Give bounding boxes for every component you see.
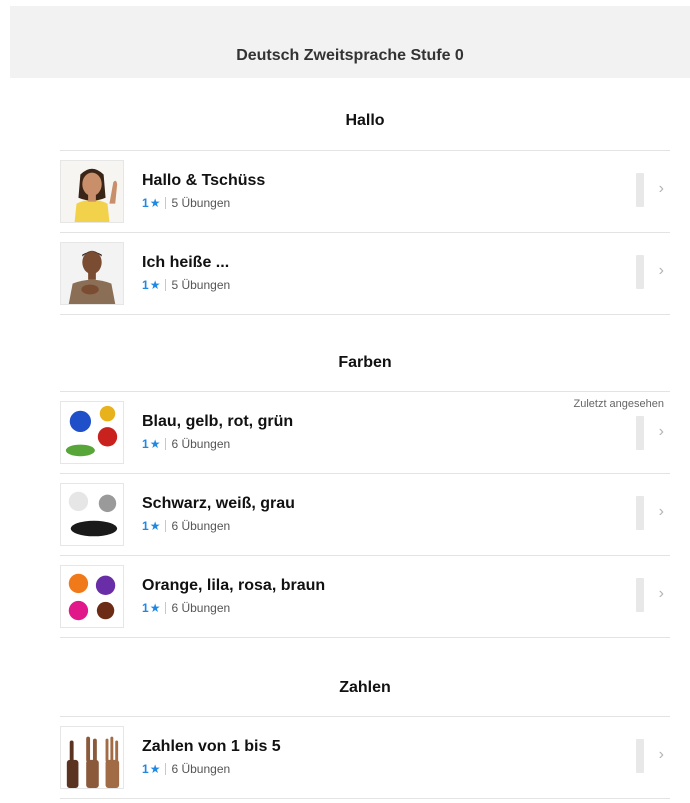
boy-hand-on-chest-image [60,242,124,305]
progress-bar [636,496,644,530]
lesson-title: Zahlen von 1 bis 5 [142,738,281,755]
lesson-item-zahlen-1-bis-5[interactable]: Zahlen von 1 bis 5 1 ★ 6 Übungen › [60,717,670,799]
chevron-right-icon[interactable]: › [659,180,664,198]
progress-bar [636,255,644,289]
page-header: Deutsch Zweitsprache Stufe 0 [10,6,690,78]
progress-count: 1 [142,601,149,615]
pin-icon: ★ [149,278,161,292]
lesson-item-blau-gelb-rot-gruen[interactable]: Zuletzt angesehen Blau, gelb, rot, grün … [60,392,670,474]
page-title: Deutsch Zweitsprache Stufe 0 [236,47,464,64]
section-title-farben: Farben [338,354,392,371]
progress-count: 1 [142,437,149,451]
pin-icon: ★ [149,437,161,451]
color-powder-image [60,565,124,628]
bw-powder-image [60,483,124,546]
exercise-count: 6 Übungen [171,519,231,533]
lesson-meta: 1 ★ 6 Übungen [142,762,230,776]
lesson-item-ich-heisse[interactable]: Ich heiße ... 1 ★ 5 Übungen › [60,233,670,315]
progress-bar [636,739,644,773]
lesson-meta: 1 ★ 6 Übungen [142,437,230,451]
meta-separator [165,763,167,775]
exercise-count: 6 Übungen [171,601,231,615]
meta-separator [165,197,167,209]
progress-bar [636,416,644,450]
lesson-meta: 1 ★ 5 Übungen [142,278,230,292]
progress-bar [636,578,644,612]
chevron-right-icon[interactable]: › [659,262,664,280]
lesson-item-hallo-tschuess[interactable]: Hallo & Tschüss 1 ★ 5 Übungen › [60,151,670,233]
meta-separator [165,602,167,614]
progress-bar [636,173,644,207]
progress-count: 1 [142,762,149,776]
progress-count: 1 [142,519,149,533]
exercise-count: 5 Übungen [171,278,231,292]
section-title-zahlen: Zahlen [339,679,391,696]
exercise-count: 5 Übungen [171,196,231,210]
pin-icon: ★ [149,762,161,776]
lesson-item-orange-lila-rosa-braun[interactable]: Orange, lila, rosa, braun 1 ★ 6 Übungen … [60,556,670,638]
recently-viewed-label: Zuletzt angesehen [573,398,664,410]
progress-count: 1 [142,278,149,292]
counting-hands-image [60,726,124,789]
pin-icon: ★ [149,601,161,615]
lesson-title: Hallo & Tschüss [142,172,266,189]
chevron-right-icon[interactable]: › [659,585,664,603]
color-powder-image [60,401,124,464]
exercise-count: 6 Übungen [171,762,231,776]
girl-waving-image [60,160,124,223]
lesson-item-schwarz-weiss-grau[interactable]: Schwarz, weiß, grau 1 ★ 6 Übungen › [60,474,670,556]
chevron-right-icon[interactable]: › [659,746,664,764]
lesson-title: Schwarz, weiß, grau [142,495,295,512]
lesson-meta: 1 ★ 5 Übungen [142,196,230,210]
lesson-meta: 1 ★ 6 Übungen [142,601,230,615]
meta-separator [165,520,167,532]
lesson-meta: 1 ★ 6 Übungen [142,519,230,533]
pin-icon: ★ [149,519,161,533]
meta-separator [165,438,167,450]
exercise-count: 6 Übungen [171,437,231,451]
meta-separator [165,279,167,291]
section-title-hallo: Hallo [345,112,385,129]
chevron-right-icon[interactable]: › [659,423,664,441]
lesson-title: Ich heiße ... [142,254,230,271]
pin-icon: ★ [149,196,161,210]
chevron-right-icon[interactable]: › [659,503,664,521]
progress-count: 1 [142,196,149,210]
lesson-title: Blau, gelb, rot, grün [142,413,294,430]
lesson-title: Orange, lila, rosa, braun [142,577,326,594]
